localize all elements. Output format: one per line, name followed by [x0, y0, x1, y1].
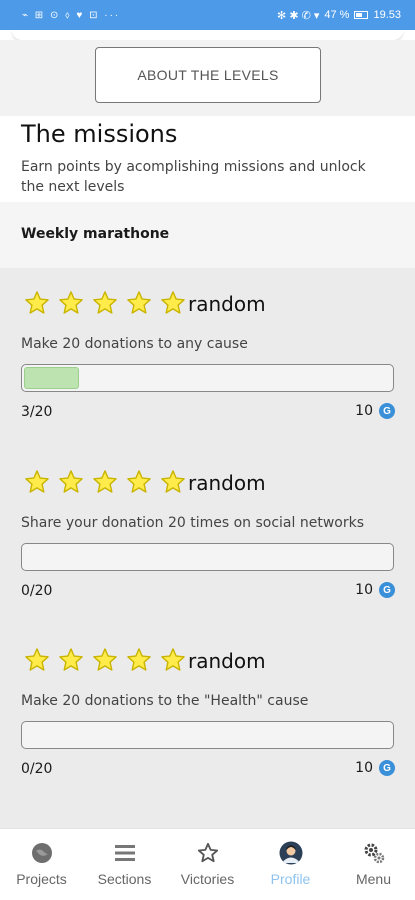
star-icon: [58, 647, 84, 673]
nav-label: Projects: [16, 871, 67, 887]
mission-card: random Make 20 donations to any cause 3/…: [0, 268, 415, 428]
star-icon: [24, 469, 50, 495]
coin-icon: G: [379, 403, 395, 419]
points-value: 10: [355, 760, 373, 776]
nav-label: Victories: [180, 871, 235, 887]
points-value: 10: [355, 403, 373, 419]
avatar-icon: [279, 841, 303, 865]
coin-icon: G: [379, 760, 395, 776]
menu-lines-icon: [113, 841, 137, 865]
status-right-icons: ✻ ✱ ✆ ▾: [277, 9, 320, 22]
levels-area: ABOUT THE LEVELS: [0, 40, 415, 116]
mission-progress-bar: [21, 364, 394, 392]
mission-progress-count: 0/20: [21, 761, 53, 777]
star-icon: [126, 647, 152, 673]
nav-item-profile[interactable]: Profile: [249, 829, 332, 900]
star-icon: [160, 469, 186, 495]
mission-tag: random: [188, 649, 266, 673]
mission-description: Share your donation 20 times on social n…: [21, 515, 364, 531]
mission-points: 10 G: [355, 582, 395, 598]
star-icon: [92, 290, 118, 316]
status-left-icons: ⌁ ⊞ ⊙ ⬨ ♥ ⊡ ···: [22, 9, 121, 21]
mission-stars: [24, 469, 186, 495]
page-title: The missions: [21, 120, 178, 148]
weekly-label: Weekly marathone: [21, 226, 170, 242]
battery-text: 47 %: [324, 9, 350, 21]
about-levels-button[interactable]: ABOUT THE LEVELS: [95, 47, 321, 103]
mission-progress-count: 3/20: [21, 404, 53, 420]
gears-icon: [362, 841, 386, 865]
mission-description: Make 20 donations to the "Health" cause: [21, 693, 309, 709]
status-time: 19.53: [373, 9, 401, 21]
star-icon: [58, 290, 84, 316]
mission-progress-bar: [21, 543, 394, 571]
mission-stars: [24, 290, 186, 316]
nav-item-sections[interactable]: Sections: [83, 829, 166, 900]
star-icon: [126, 469, 152, 495]
star-icon: [24, 290, 50, 316]
mission-card: random Share your donation 20 times on s…: [0, 447, 415, 607]
mission-stars: [24, 647, 186, 673]
battery-icon: [354, 11, 369, 19]
bottom-nav: Projects Sections Victories Profile Menu: [0, 828, 415, 900]
nav-item-victories[interactable]: Victories: [166, 829, 249, 900]
star-icon: [92, 647, 118, 673]
star-icon: [58, 469, 84, 495]
mission-card: random Make 20 donations to the "Health"…: [0, 625, 415, 785]
nav-label: Profile: [270, 871, 311, 887]
star-icon: [160, 647, 186, 673]
nav-label: Sections: [97, 871, 152, 887]
top-card-edge: [12, 30, 403, 40]
nav-label: Menu: [355, 871, 392, 887]
mission-description: Make 20 donations to any cause: [21, 336, 248, 352]
nav-item-menu[interactable]: Menu: [332, 829, 415, 900]
globe-icon: [30, 841, 54, 865]
star-icon: [126, 290, 152, 316]
star-icon: [196, 841, 220, 865]
star-icon: [160, 290, 186, 316]
nav-item-projects[interactable]: Projects: [0, 829, 83, 900]
weekly-section[interactable]: Weekly marathone: [0, 202, 415, 268]
status-bar: ⌁ ⊞ ⊙ ⬨ ♥ ⊡ ··· ✻ ✱ ✆ ▾ 47 % 19.53: [0, 0, 415, 30]
mission-progress-count: 0/20: [21, 583, 53, 599]
star-icon: [92, 469, 118, 495]
missions-list: random Make 20 donations to any cause 3/…: [0, 268, 415, 828]
missions-header: The missions Earn points by acomplishing…: [0, 116, 415, 202]
missions-subtitle: Earn points by acomplishing missions and…: [21, 159, 366, 195]
mission-points: 10 G: [355, 403, 395, 419]
mission-points: 10 G: [355, 760, 395, 776]
star-icon: [24, 647, 50, 673]
status-right: ✻ ✱ ✆ ▾ 47 % 19.53: [277, 9, 401, 22]
mission-tag: random: [188, 292, 266, 316]
coin-icon: G: [379, 582, 395, 598]
points-value: 10: [355, 582, 373, 598]
mission-progress-bar: [21, 721, 394, 749]
progress-fill: [24, 367, 79, 389]
mission-tag: random: [188, 471, 266, 495]
